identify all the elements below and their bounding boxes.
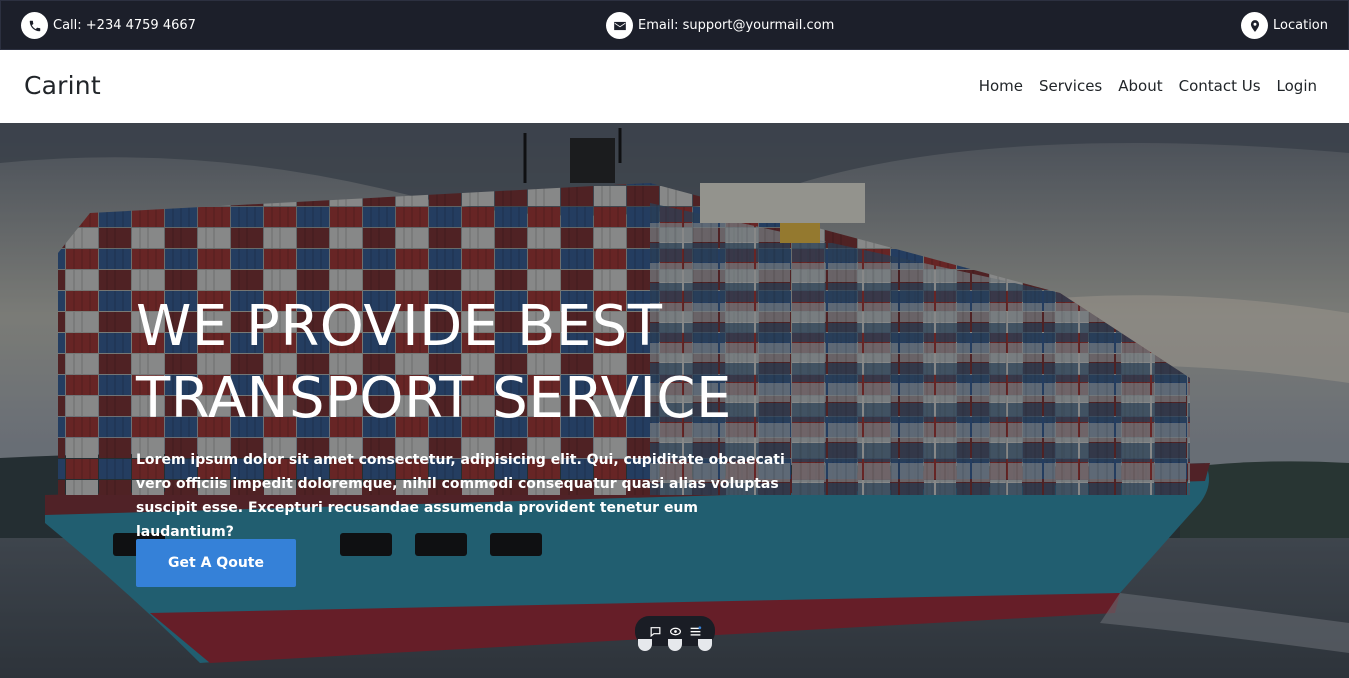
hero-section: WE PROVIDE BEST TRANSPORT SERVICE Lorem …: [0, 123, 1349, 678]
nav-contact-us[interactable]: Contact Us: [1179, 77, 1261, 95]
hero-headline-line-1: WE PROVIDE BEST: [136, 294, 663, 359]
email-text: Email: support@yourmail.com: [638, 18, 835, 33]
eye-icon[interactable]: [668, 624, 682, 638]
get-a-quote-button[interactable]: Get A Qoute: [136, 539, 296, 587]
nav-services[interactable]: Services: [1039, 77, 1102, 95]
call-info[interactable]: Call: +234 4759 4667: [21, 12, 196, 39]
toolbar-tab-1[interactable]: [638, 639, 652, 651]
toolbar-tab-2[interactable]: [668, 639, 682, 651]
nav-about[interactable]: About: [1118, 77, 1162, 95]
brand-logo[interactable]: Carint: [24, 71, 101, 100]
email-info[interactable]: Email: support@yourmail.com: [606, 12, 834, 39]
hero-headline-line-2: TRANSPORT SERVICE: [136, 366, 732, 431]
phone-icon: [21, 12, 48, 39]
location-text: Location: [1273, 18, 1328, 33]
top-info-bar: Call: +234 4759 4667 Email: support@your…: [0, 0, 1349, 50]
hero-lead-text: Lorem ipsum dolor sit amet consectetur, …: [136, 452, 785, 540]
main-navbar: Carint Home Services About Contact Us Lo…: [0, 50, 1349, 123]
menu-icon[interactable]: [688, 624, 702, 638]
toolbar-tab-3[interactable]: [698, 639, 712, 651]
floating-toolbar-tabs: [636, 639, 716, 653]
nav-home[interactable]: Home: [979, 77, 1023, 95]
nav-login[interactable]: Login: [1277, 77, 1317, 95]
hero-headline: WE PROVIDE BEST TRANSPORT SERVICE: [136, 291, 732, 435]
envelope-icon: [606, 12, 633, 39]
map-pin-icon: [1241, 12, 1269, 39]
call-text: Call: +234 4759 4667: [53, 18, 196, 33]
location-info[interactable]: Location: [1241, 12, 1328, 39]
nav-links: Home Services About Contact Us Login: [979, 77, 1317, 95]
chat-icon[interactable]: [648, 624, 662, 638]
